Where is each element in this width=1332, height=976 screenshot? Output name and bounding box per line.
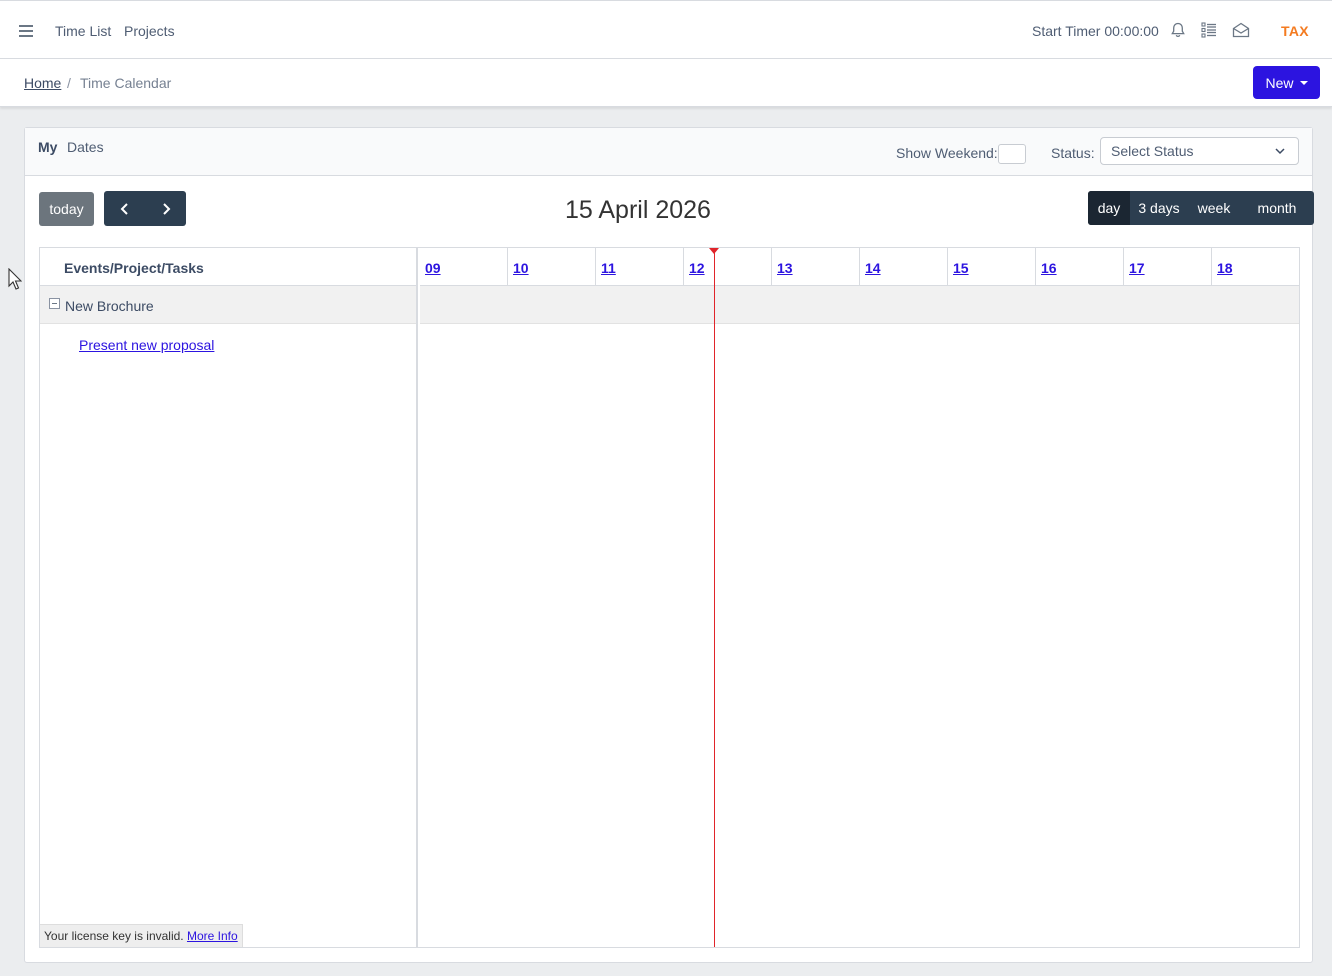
top-navbar: Time List Projects Start Timer 00:00:00 … [0, 0, 1332, 59]
day-link[interactable]: 18 [1217, 260, 1233, 276]
timeline-area: 09 10 11 12 13 14 15 16 17 18 [420, 248, 1299, 947]
today-button[interactable]: today [39, 192, 94, 226]
breadcrumb: Home / Time Calendar New [0, 59, 1332, 107]
calendar-title: 15 April 2026 [565, 196, 711, 224]
mouse-cursor-icon [8, 268, 22, 290]
bell-icon[interactable] [1169, 21, 1187, 39]
new-button-label: New [1265, 74, 1294, 91]
license-text: Your license key is invalid. [44, 929, 184, 943]
list-icon[interactable] [1200, 21, 1218, 39]
brand-label[interactable]: TAX [1281, 23, 1309, 39]
license-notice: Your license key is invalid. More Info [40, 924, 243, 947]
day-link[interactable]: 09 [425, 260, 441, 276]
resource-header-label: Events/Project/Tasks [64, 260, 204, 276]
mail-icon[interactable] [1232, 21, 1250, 39]
menu-icon[interactable] [19, 25, 33, 37]
timeline-header: 09 10 11 12 13 14 15 16 17 18 [420, 248, 1299, 286]
day-header: 14 [860, 248, 948, 286]
prev-button[interactable] [104, 191, 145, 226]
breadcrumb-current: Time Calendar [80, 75, 172, 91]
task-link[interactable]: Present new proposal [79, 337, 214, 353]
day-header: 11 [596, 248, 684, 286]
chevron-right-icon [162, 202, 170, 215]
day-link[interactable]: 13 [777, 260, 793, 276]
day-link[interactable]: 16 [1041, 260, 1057, 276]
resource-group-row: New Brochure [40, 286, 416, 324]
card-header: My Dates Show Weekend: Status: Select St… [25, 128, 1312, 176]
view-switcher: day 3 days week month [1088, 191, 1314, 225]
day-header: 18 [1212, 248, 1299, 286]
license-more-info-link[interactable]: More Info [187, 929, 238, 943]
nav-link-time-list[interactable]: Time List [55, 23, 111, 39]
day-header: 17 [1124, 248, 1212, 286]
day-link[interactable]: 12 [689, 260, 705, 276]
view-week-button[interactable]: week [1188, 191, 1240, 225]
calendar-card: My Dates Show Weekend: Status: Select St… [24, 127, 1314, 963]
status-select-value: Select Status [1111, 143, 1194, 159]
status-label: Status: [1051, 145, 1095, 161]
resource-group-label: New Brochure [65, 298, 154, 314]
view-3days-button[interactable]: 3 days [1130, 191, 1188, 225]
day-header: 09 [420, 248, 508, 286]
day-link[interactable]: 11 [601, 260, 616, 276]
nav-link-projects[interactable]: Projects [124, 23, 175, 39]
day-header: 12 [684, 248, 772, 286]
show-weekend-label: Show Weekend: [896, 145, 998, 161]
view-day-button[interactable]: day [1088, 191, 1130, 225]
day-link[interactable]: 17 [1129, 260, 1145, 276]
now-indicator-line [714, 248, 715, 947]
next-button[interactable] [145, 191, 186, 226]
day-link[interactable]: 14 [865, 260, 881, 276]
day-header: 10 [508, 248, 596, 286]
resource-column: Events/Project/Tasks New Brochure Presen… [40, 248, 418, 947]
day-link[interactable]: 10 [513, 260, 529, 276]
day-header: 16 [1036, 248, 1124, 286]
day-link[interactable]: 15 [953, 260, 969, 276]
show-weekend-checkbox[interactable] [998, 144, 1026, 164]
new-button[interactable]: New [1253, 66, 1320, 99]
day-header: 15 [948, 248, 1036, 286]
start-timer-button[interactable]: Start Timer 00:00:00 [1032, 23, 1159, 39]
chevron-down-icon [1275, 148, 1285, 155]
resource-header: Events/Project/Tasks [40, 248, 416, 286]
timeline-grid: Events/Project/Tasks New Brochure Presen… [39, 247, 1300, 948]
day-header: 13 [772, 248, 860, 286]
breadcrumb-home-link[interactable]: Home [24, 75, 61, 91]
caret-down-icon [1299, 80, 1308, 85]
status-select[interactable]: Select Status [1100, 137, 1299, 165]
view-month-button[interactable]: month [1240, 191, 1314, 225]
now-indicator-marker [709, 248, 719, 254]
chevron-left-icon [120, 202, 128, 215]
timeline-group-row [420, 286, 1299, 324]
dates-label: Dates [67, 139, 104, 155]
collapse-icon[interactable] [49, 298, 60, 309]
breadcrumb-separator: / [67, 75, 71, 91]
my-label: My [38, 139, 58, 155]
